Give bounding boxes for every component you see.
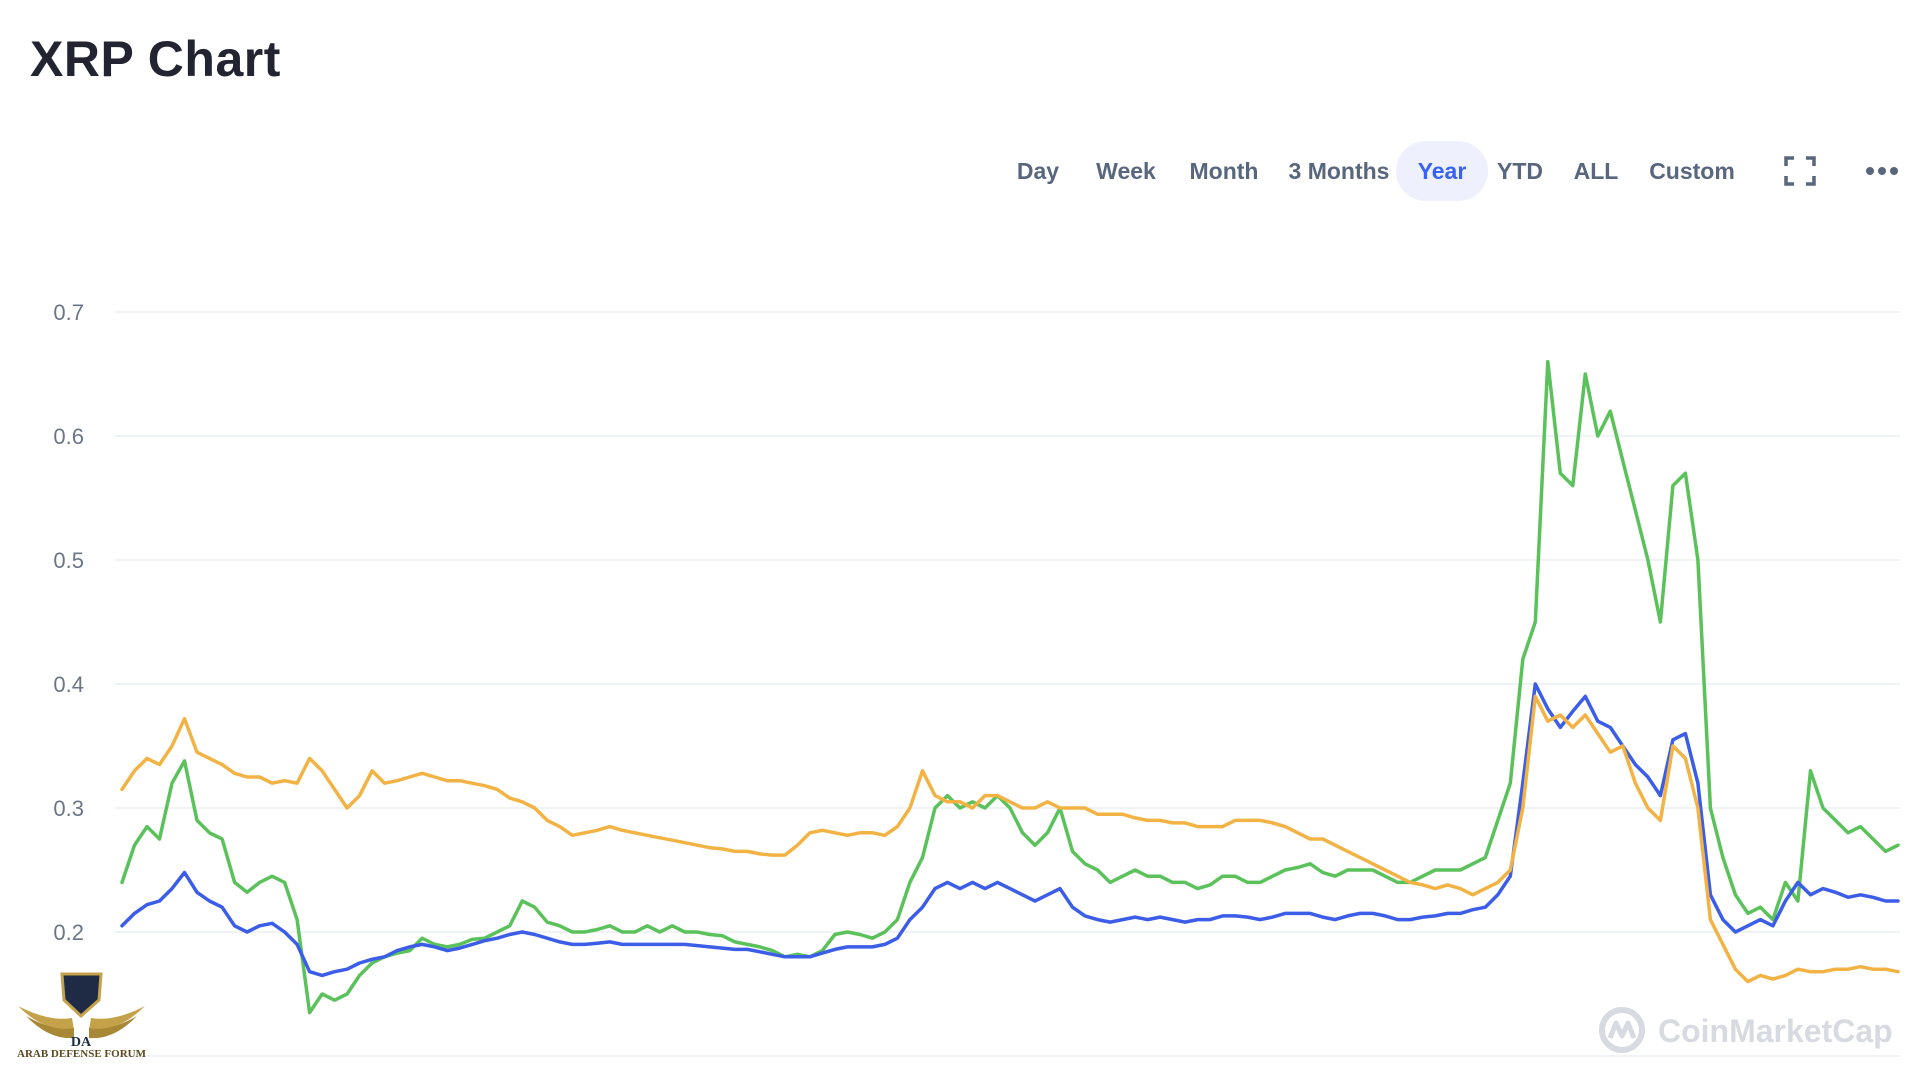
tab-all[interactable]: ALL bbox=[1564, 141, 1628, 201]
watermark-text: CoinMarketCap bbox=[1658, 1013, 1893, 1049]
series-lines bbox=[120, 359, 1900, 1015]
tab-week[interactable]: Week bbox=[1084, 141, 1168, 201]
coinmarketcap-watermark: CoinMarketCap bbox=[1599, 1007, 1893, 1053]
coinmarketcap-logo-icon bbox=[1599, 1007, 1645, 1053]
y-tick-label: 0.3 bbox=[53, 796, 84, 821]
page-title: XRP Chart bbox=[30, 31, 281, 87]
tab-month[interactable]: Month bbox=[1176, 141, 1272, 201]
winged-shield-logo-icon: DA bbox=[18, 972, 145, 1050]
tab-day[interactable]: Day bbox=[1000, 141, 1076, 201]
y-tick-label: 0.2 bbox=[53, 920, 84, 945]
tab-ytd[interactable]: YTD bbox=[1490, 141, 1550, 201]
series-line-green bbox=[120, 359, 1900, 1015]
y-tick-label: 0.7 bbox=[53, 300, 84, 325]
tab-year[interactable]: Year bbox=[1396, 141, 1488, 201]
forum-logo: DA ARAB DEFENSE FORUM bbox=[14, 970, 149, 1066]
gridlines bbox=[115, 311, 1900, 1057]
y-axis: 0.2 0.3 0.4 0.5 0.6 0.7 bbox=[53, 300, 84, 945]
y-tick-label: 0.5 bbox=[53, 548, 84, 573]
price-chart: 0.2 0.3 0.4 0.5 0.6 0.7 CoinMarketCap bbox=[53, 300, 1900, 1057]
series-line-orange bbox=[120, 694, 1900, 984]
tab-3-months[interactable]: 3 Months bbox=[1278, 141, 1400, 201]
y-tick-label: 0.4 bbox=[53, 672, 84, 697]
forum-logo-text: ARAB DEFENSE FORUM bbox=[17, 1048, 146, 1060]
fullscreen-icon[interactable] bbox=[1778, 141, 1822, 201]
more-options-icon[interactable] bbox=[1862, 141, 1902, 201]
time-range-toolbar: Day Week Month 3 Months Year YTD ALL Cus… bbox=[1000, 141, 1900, 201]
y-tick-label: 0.6 bbox=[53, 424, 84, 449]
tab-custom[interactable]: Custom bbox=[1640, 141, 1744, 201]
